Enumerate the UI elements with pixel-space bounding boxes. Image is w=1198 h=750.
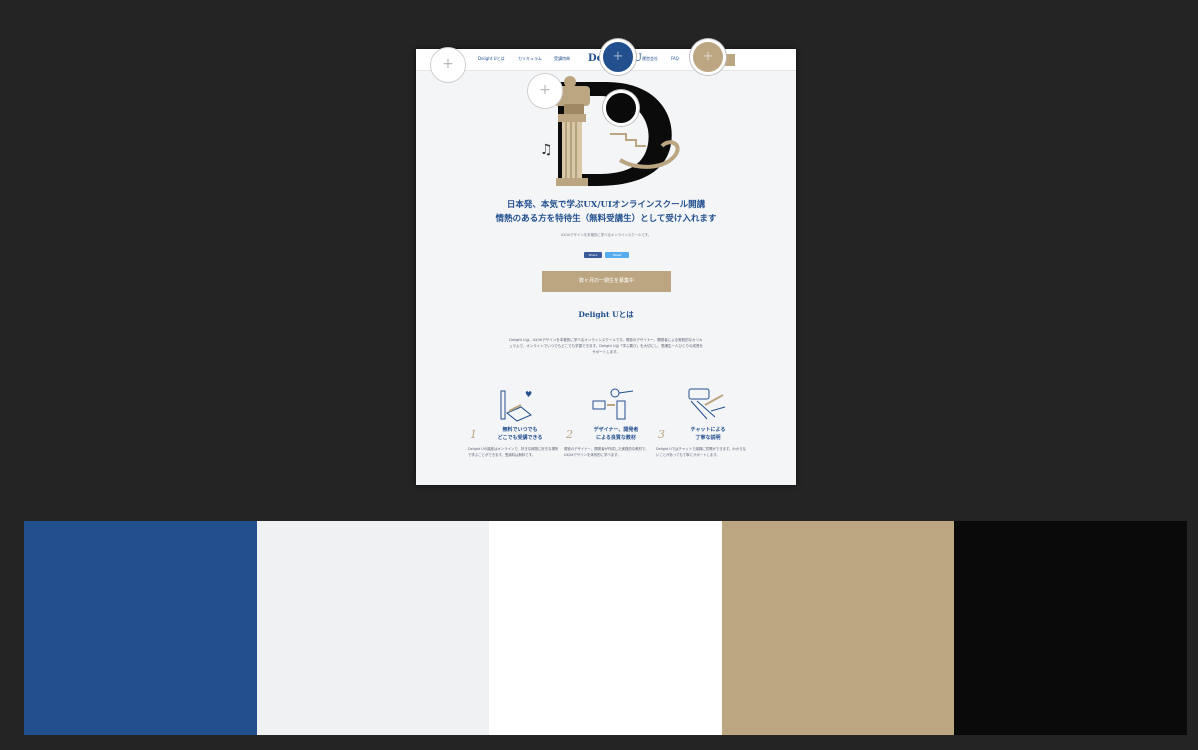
swatch-tan[interactable]	[722, 521, 954, 735]
feature-3: 3 チャットによる 丁寧な説明 Delight Uではチャットで講師に質問ができ…	[656, 387, 756, 485]
feature-2-title-line-2: による良質な教材	[596, 435, 636, 441]
tools-icon	[592, 388, 634, 420]
ladder-icon: ♥	[500, 390, 532, 422]
feature-1: ♥ 1 無料でいつでも どこでも受講できる Delight Uの講座はオンライン…	[466, 387, 566, 485]
color-palette	[24, 521, 1187, 735]
nav-link-about[interactable]: Delight Uとは	[478, 55, 505, 63]
feature-1-title-line-2: どこでも受講できる	[497, 435, 543, 441]
swatch-light-gray[interactable]	[257, 521, 489, 735]
feature-2-description: 現役のデザイナー、開発者が作成した実践的な教材で、UX/UIデザインを体系的に学…	[564, 447, 649, 457]
svg-text:♫: ♫	[540, 142, 553, 158]
feature-2-title-line-1: デザイナー、開発者	[593, 427, 639, 433]
feature-1-number: 1	[470, 428, 477, 441]
black-picker-marker[interactable]	[603, 90, 639, 126]
feature-3-title-line-1: チャットによる	[690, 427, 726, 433]
feature-1-description: Delight Uの講座はオンラインで、好きな時間に好きな場所で学ぶことができま…	[468, 447, 559, 457]
nav-link-company[interactable]: 運営会社	[642, 55, 658, 63]
swatch-black[interactable]	[954, 521, 1187, 735]
empty-picker-marker-2[interactable]: +	[527, 73, 563, 109]
feature-3-title-line-2: 丁寧な説明	[695, 435, 721, 441]
cta-button[interactable]: 数ヶ月の一期生を募集中	[542, 271, 671, 292]
feature-2: 2 デザイナー、開発者 による良質な教材 現役のデザイナー、開発者が作成した実践…	[562, 387, 662, 485]
feature-2-number: 2	[566, 428, 573, 441]
feature-1-title-line-1: 無料でいつでも	[502, 427, 538, 433]
svg-text:♥: ♥	[525, 390, 532, 399]
headline-line-2: 情熱のある方を特待生（無料受講生）として受け入れます	[495, 214, 717, 224]
about-section-title: Delight Uとは	[578, 310, 634, 319]
nav-link-faq[interactable]: FAQ	[671, 55, 679, 63]
chat-bubble-icon	[688, 388, 726, 420]
headline-line-1: 日本発、本気で学ぶUX/UIオンラインスクール開講	[506, 200, 706, 210]
feature-3-number: 3	[658, 428, 665, 441]
swatch-blue[interactable]	[24, 521, 257, 735]
blue-picker-marker[interactable]: +	[600, 39, 636, 75]
facebook-share-button[interactable]: Share	[584, 252, 602, 258]
nav-square-button[interactable]	[725, 54, 735, 66]
tan-picker-marker[interactable]: +	[690, 39, 726, 75]
about-section-text: Delight Uは、UX/UIデザインを本格的に学べるオンラインスクールです。…	[509, 338, 703, 354]
nav-link-benefits[interactable]: 受講特典	[554, 55, 570, 63]
swatch-white[interactable]	[489, 521, 722, 735]
empty-picker-marker-1[interactable]: +	[430, 47, 466, 83]
twitter-share-button[interactable]: Tweet	[605, 252, 629, 258]
hero-subtext: UX/UIデザインを本格的に学べるオンラインスクールです。	[560, 233, 652, 237]
feature-3-description: Delight Uではチャットで講師に質問ができます。わからないことがあっても丁…	[656, 447, 746, 457]
nav-link-curriculum[interactable]: カリキュラム	[518, 55, 542, 63]
